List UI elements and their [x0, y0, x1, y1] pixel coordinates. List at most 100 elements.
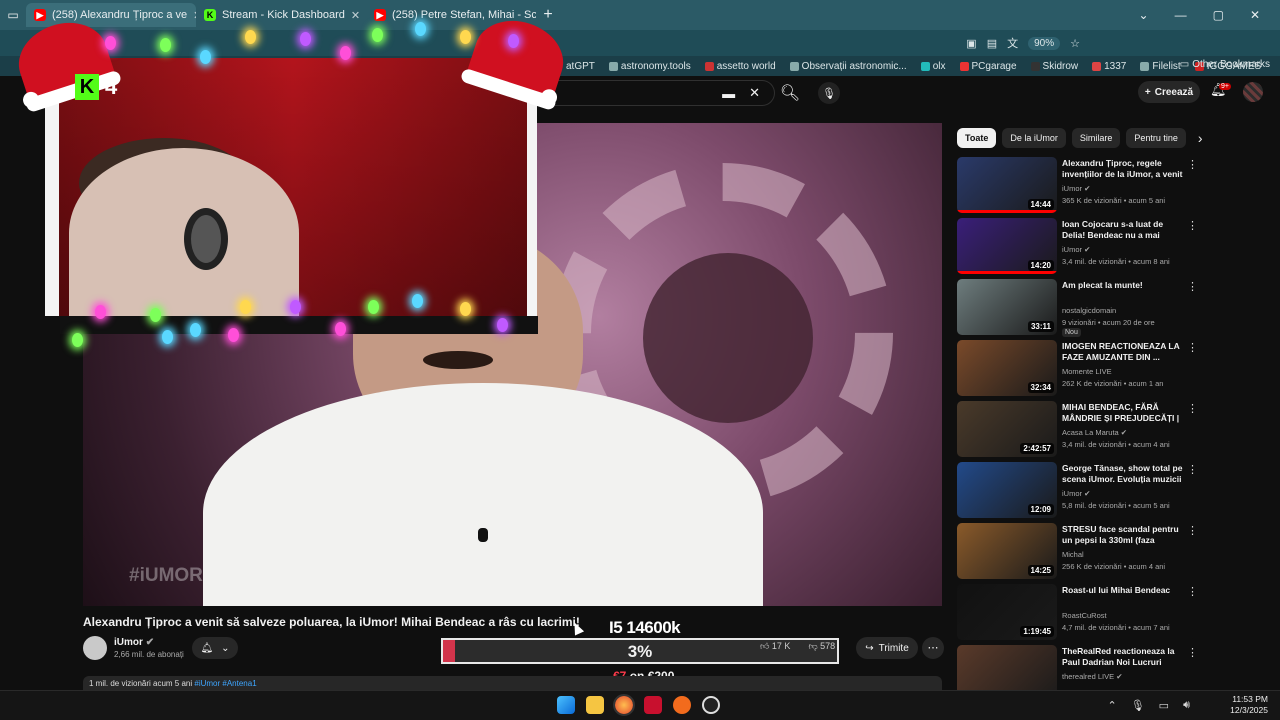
recommendation-item[interactable]: 14:20 Ioan Cojocaru s-a luat de Delia! Be… [957, 218, 1207, 276]
recommendation-channel[interactable]: Momente LIVE [1062, 367, 1112, 376]
more-options-icon[interactable]: ⋮ [1187, 219, 1198, 232]
more-actions-button[interactable]: ⋯ [922, 637, 944, 659]
microphone-icon[interactable]: 🎙︎ [1131, 699, 1145, 712]
close-icon[interactable]: ✕ [193, 9, 196, 22]
share-button[interactable]: ↪ Trimite [856, 637, 918, 659]
more-options-icon[interactable]: ⋮ [1187, 646, 1198, 659]
video-thumbnail[interactable]: 12:09 [957, 462, 1057, 518]
more-options-icon[interactable]: ⋮ [1187, 402, 1198, 415]
chip-for-you[interactable]: Pentru tine [1126, 128, 1186, 148]
bookmark-item[interactable]: astronomy.tools [608, 61, 691, 72]
recommendation-channel[interactable]: RoastCuRost [1062, 611, 1107, 620]
dislike-button[interactable]: 👎︎ 578 [808, 641, 835, 652]
recommendation-channel[interactable]: iUmor ✔ [1062, 245, 1090, 254]
recommendation-item[interactable]: 2:42:57 MIHAI BENDEAC, FĂRĂ MÂNDRIE ȘI PR… [957, 401, 1207, 459]
clear-search-icon[interactable]: ✕ [749, 85, 760, 101]
bookmark-item[interactable]: PCgarage [959, 61, 1017, 72]
recommendation-item[interactable]: 33:11 Am plecat la munte! nostalgicdomain N… [957, 279, 1207, 337]
bookmark-item[interactable]: atGPT [566, 61, 595, 72]
chevron-right-icon[interactable]: › [1198, 130, 1203, 146]
search-button[interactable]: 🔍︎ [775, 80, 805, 106]
recommendation-item[interactable]: 14:25 STRESU face scandal pentru un pepsi… [957, 523, 1207, 581]
app-bolt-icon[interactable] [673, 696, 691, 714]
video-thumbnail[interactable]: 1:19:45 [957, 584, 1057, 640]
recommendation-channel[interactable]: Acasa La Maruta ✔ [1062, 428, 1127, 437]
zoom-level[interactable]: 90% [1028, 36, 1061, 50]
screenshot-icon[interactable]: ▣ [966, 37, 976, 50]
description-box[interactable]: 1 mil. de vizionări acum 5 ani #iUmor #A… [83, 676, 942, 690]
video-thumbnail[interactable]: 14:25 [957, 523, 1057, 579]
recommendation-channel[interactable]: iUmor ✔ [1062, 184, 1090, 193]
recommendation-title[interactable]: MIHAI BENDEAC, FĂRĂ MÂNDRIE ȘI PREJUDECĂ… [1062, 402, 1184, 425]
start-menu-icon[interactable] [557, 696, 575, 714]
recommendation-title[interactable]: TheRealRed reactioneaza la Paul Dadrian … [1062, 646, 1184, 669]
tab-list-icon[interactable]: ⌄ [1139, 8, 1149, 22]
recommendation-channel[interactable]: therealred LIVE ✔ [1062, 672, 1123, 681]
search-box[interactable]: ▬ ✕ [555, 80, 775, 106]
like-button[interactable]: 👍︎ 17 K [760, 641, 790, 652]
close-window-icon[interactable]: ✕ [1250, 8, 1260, 22]
recommendation-item[interactable]: 14:44 Alexandru Țiproc, regele invențiilo… [957, 157, 1207, 215]
chip-related[interactable]: Similare [1071, 128, 1121, 148]
video-thumbnail[interactable]: 33:11 [957, 279, 1057, 335]
voice-search-button[interactable]: 🎙︎ [818, 82, 840, 104]
recommendation-title[interactable]: Ioan Cojocaru s-a luat de Delia! Bendeac… [1062, 219, 1184, 242]
firefox-icon[interactable] [613, 694, 635, 716]
video-thumbnail[interactable]: 2:42:57 [957, 401, 1057, 457]
recommendation-title[interactable]: Alexandru Țiproc, regele invențiilor de … [1062, 158, 1184, 181]
video-thumbnail[interactable]: 32:34 [957, 340, 1057, 396]
account-avatar[interactable] [1243, 82, 1263, 102]
keyboard-icon[interactable]: ▬ [722, 86, 735, 101]
recommendation-title[interactable]: Am plecat la munte! [1062, 280, 1184, 291]
bookmark-star-icon[interactable]: ☆ [1070, 37, 1080, 50]
recommendation-title[interactable]: Roast-ul lui Mihai Bendeac [1062, 585, 1184, 596]
tab-kick-dashboard[interactable]: K Stream - Kick Dashboard ✕ [196, 3, 366, 27]
recommendation-channel[interactable]: iUmor ✔ [1062, 489, 1090, 498]
maximize-icon[interactable]: ▢ [1213, 8, 1224, 22]
system-clock[interactable]: 11:53 PM 12/3/2025 [1230, 694, 1268, 716]
more-options-icon[interactable]: ⋮ [1187, 280, 1198, 293]
recommendation-title[interactable]: STRESU face scandal pentru un pepsi la 3… [1062, 524, 1184, 547]
more-options-icon[interactable]: ⋮ [1187, 341, 1198, 354]
translate-icon[interactable]: 文 [1007, 35, 1018, 51]
close-icon[interactable]: ✕ [351, 9, 360, 22]
new-tab-button[interactable]: + [536, 6, 560, 24]
bookmark-item[interactable]: Observații astronomic... [789, 61, 907, 72]
obs-icon[interactable] [702, 696, 720, 714]
amd-software-icon[interactable] [644, 696, 662, 714]
recommendation-title[interactable]: IMOGEN REACTIONEAZA LA FAZE AMUZANTE DIN… [1062, 341, 1184, 363]
hashtags[interactable]: #iUmor #Antena1 [194, 679, 256, 688]
more-options-icon[interactable]: ⋮ [1187, 585, 1198, 598]
recommendation-item[interactable]: 1:19:45 Roast-ul lui Mihai Bendeac RoastCu… [957, 584, 1207, 642]
chevron-up-icon[interactable]: ⌃ [1107, 699, 1116, 712]
tab-actions-icon[interactable]: ▭ [0, 8, 26, 22]
recommendation-channel[interactable]: nostalgicdomain [1062, 306, 1116, 315]
more-options-icon[interactable]: ⋮ [1187, 463, 1198, 476]
chip-from-channel[interactable]: De la iUmor [1002, 128, 1066, 148]
create-button[interactable]: + Creează [1138, 81, 1200, 103]
volume-icon[interactable]: 🔊︎ [1183, 699, 1190, 712]
video-thumbnail[interactable]: 14:20 [957, 218, 1057, 274]
recommendation-channel[interactable]: Michal [1062, 550, 1084, 559]
bookmark-item[interactable]: 1337 [1092, 61, 1126, 72]
bookmark-item[interactable]: Skidrow [1030, 61, 1078, 72]
recommendation-item[interactable]: 32:34 IMOGEN REACTIONEAZA LA FAZE AMUZANT… [957, 340, 1207, 398]
file-explorer-icon[interactable] [586, 696, 604, 714]
recommendation-item[interactable]: 12:09 George Tănase, show total pe scena … [957, 462, 1207, 520]
network-icon[interactable]: ▭ [1159, 699, 1169, 712]
more-options-icon[interactable]: ⋮ [1187, 158, 1198, 171]
recommendation-title[interactable]: George Tănase, show total pe scena iUmor… [1062, 463, 1184, 486]
channel-avatar[interactable] [83, 636, 107, 660]
bookmark-item[interactable]: assetto world [704, 61, 776, 72]
reader-icon[interactable]: ▤ [987, 37, 997, 50]
video-thumbnail[interactable]: 14:44 [957, 157, 1057, 213]
minimize-icon[interactable]: — [1175, 8, 1187, 22]
tab-youtube-video[interactable]: ▶ (258) Alexandru Țiproc a ve ✕ [26, 3, 196, 27]
bookmark-item[interactable]: Filelist [1140, 61, 1181, 72]
other-bookmarks[interactable]: ▭ Other Bookmarks [1180, 59, 1270, 70]
subscription-bell-button[interactable]: 🔔︎ ⌄ [192, 637, 238, 659]
channel-name[interactable]: iUmor ✔ [114, 637, 154, 648]
chip-all[interactable]: Toate [957, 128, 997, 148]
more-options-icon[interactable]: ⋮ [1187, 524, 1198, 537]
bookmark-item[interactable]: olx [920, 61, 946, 72]
